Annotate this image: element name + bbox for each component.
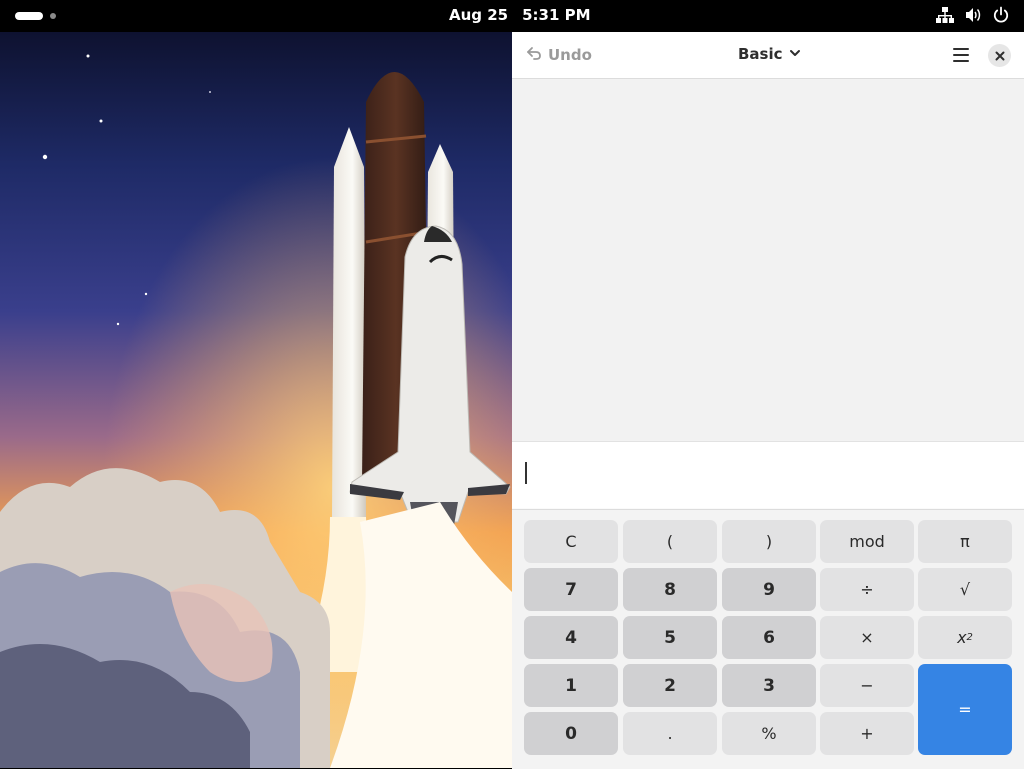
multiply-button[interactable]: × [820,616,914,659]
top-bar: Aug 25 5:31 PM [0,0,1024,32]
hamburger-menu-icon [952,48,970,67]
digit-8-button[interactable]: 8 [623,568,717,611]
undo-icon [526,45,542,65]
equals-button[interactable]: = [918,664,1012,755]
history-view [512,79,1024,442]
digit-1-button[interactable]: 1 [524,664,618,707]
square-exponent-label: 2 [966,632,973,643]
header-bar: Undo Basic [512,32,1024,79]
pi-button[interactable]: π [918,520,1012,563]
undo-button[interactable]: Undo [526,45,592,65]
square-button[interactable]: x2 [918,616,1012,659]
close-paren-button[interactable]: ) [722,520,816,563]
digit-6-button[interactable]: 6 [722,616,816,659]
text-cursor [525,462,527,484]
system-tray[interactable] [936,6,1010,24]
decimal-point-button[interactable]: . [623,712,717,755]
undo-label: Undo [548,46,592,64]
date-label: Aug 25 [449,6,509,24]
add-button[interactable]: + [820,712,914,755]
workspace-dot[interactable] [50,13,56,19]
open-paren-button[interactable]: ( [623,520,717,563]
digit-3-button[interactable]: 3 [722,664,816,707]
network-icon[interactable] [936,6,954,24]
digit-9-button[interactable]: 9 [722,568,816,611]
digit-7-button[interactable]: 7 [524,568,618,611]
mod-button[interactable]: mod [820,520,914,563]
divide-button[interactable]: ÷ [820,568,914,611]
main-menu-button[interactable] [952,47,970,67]
close-icon [995,46,1005,65]
mode-selector[interactable]: Basic [738,45,801,63]
chevron-down-icon [789,45,801,63]
activities-workspace-indicator[interactable] [15,12,43,20]
percent-button[interactable]: % [722,712,816,755]
time-label: 5:31 PM [522,6,591,24]
desktop-wallpaper [0,32,512,768]
equation-entry[interactable] [512,442,1024,508]
digit-4-button[interactable]: 4 [524,616,618,659]
close-button[interactable] [988,44,1011,67]
square-root-button[interactable]: √ [918,568,1012,611]
subtract-button[interactable]: − [820,664,914,707]
digit-5-button[interactable]: 5 [623,616,717,659]
mode-label: Basic [738,45,783,63]
clock[interactable]: Aug 25 5:31 PM [449,6,591,24]
volume-icon[interactable] [964,6,982,24]
digit-2-button[interactable]: 2 [623,664,717,707]
digit-0-button[interactable]: 0 [524,712,618,755]
power-icon[interactable] [992,6,1010,24]
clear-button[interactable]: C [524,520,618,563]
calculator-window: Undo Basic C ( ) mod π 7 8 9 ÷ √ 4 5 6 ×… [512,32,1024,769]
square-base-label: x [957,628,967,647]
